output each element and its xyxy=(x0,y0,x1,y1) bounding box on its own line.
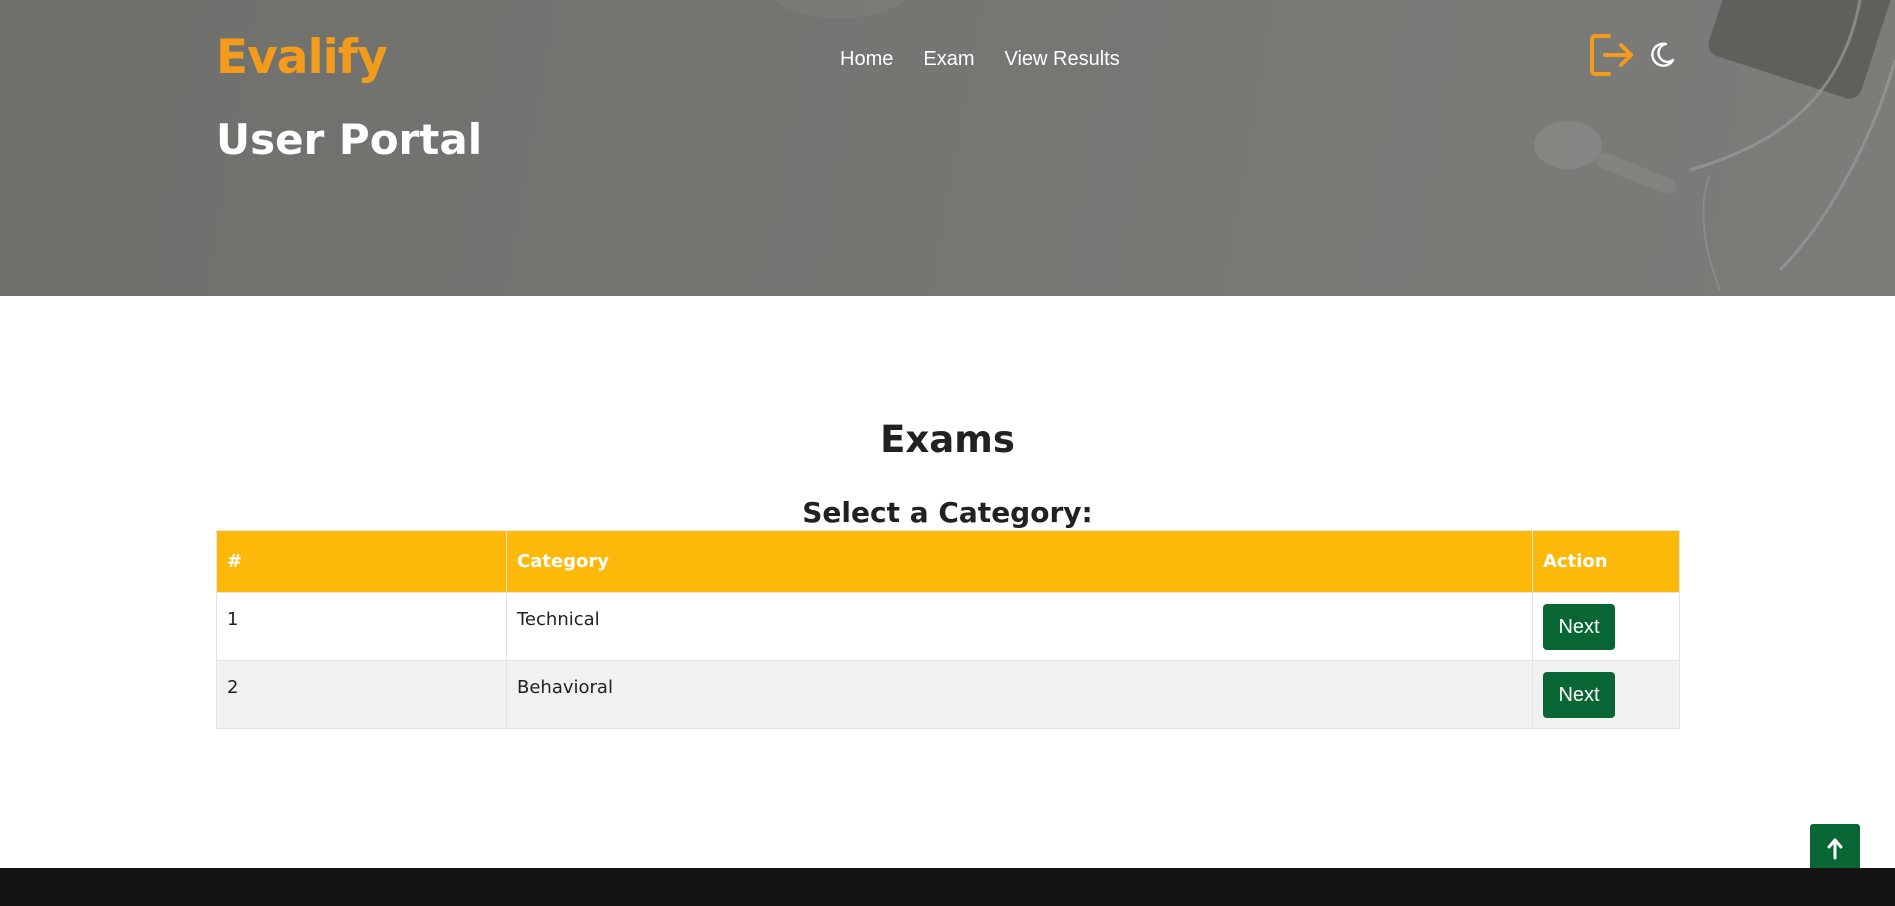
next-button-technical[interactable]: Next xyxy=(1543,603,1615,650)
main-nav: Home Exam View Results xyxy=(840,46,1120,72)
section-subtitle: Select a Category: xyxy=(802,496,1093,529)
next-button-behavioral[interactable]: Next xyxy=(1543,671,1615,718)
column-header-action: Action xyxy=(1532,530,1680,593)
column-header-category: Category xyxy=(506,530,1533,593)
table-row: 1 Technical Next xyxy=(216,592,1680,661)
table-header: # Category Action xyxy=(216,530,1680,593)
category-name: Behavioral xyxy=(517,677,613,698)
row-number-cell: 1 xyxy=(216,592,507,661)
row-number-cell: 2 xyxy=(216,660,507,729)
hero-banner: Evalify User Portal Home Exam View Resul… xyxy=(0,0,1895,296)
category-table: # Category Action 1 Technical Next 2 Beh… xyxy=(216,530,1680,729)
arrow-up-icon xyxy=(1827,838,1843,860)
table-row: 2 Behavioral Next xyxy=(216,660,1680,729)
logout-icon[interactable] xyxy=(1587,30,1637,80)
nav-item-view-results[interactable]: View Results xyxy=(1004,46,1119,72)
category-name: Technical xyxy=(517,609,600,630)
nav-item-home[interactable]: Home xyxy=(840,46,893,72)
footer xyxy=(0,868,1895,906)
moon-icon[interactable] xyxy=(1647,40,1677,70)
category-cell: Behavioral xyxy=(506,660,1533,729)
nav-item-exam[interactable]: Exam xyxy=(923,46,974,72)
column-header-number: # xyxy=(216,530,507,593)
action-cell: Next xyxy=(1532,660,1680,729)
category-cell: Technical xyxy=(506,592,1533,661)
page-title: User Portal xyxy=(216,115,483,164)
brand-logo[interactable]: Evalify xyxy=(216,28,388,88)
row-number: 2 xyxy=(227,677,239,698)
row-number: 1 xyxy=(227,609,239,630)
action-cell: Next xyxy=(1532,592,1680,661)
back-to-top-button[interactable] xyxy=(1810,824,1860,874)
section-title: Exams xyxy=(880,418,1015,461)
